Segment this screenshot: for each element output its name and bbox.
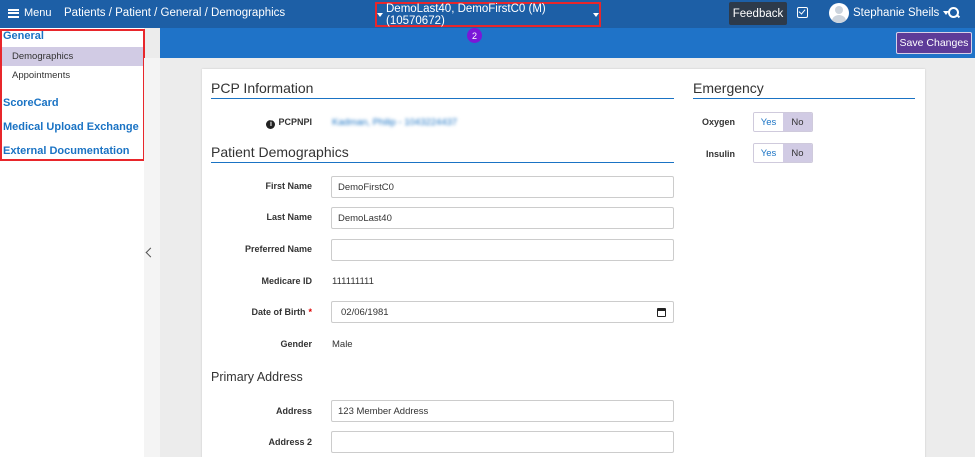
patient-selector-label: DemoLast40, DemoFirstC0 (M) (10570672) [386, 2, 546, 27]
sidebar-highlight-box [0, 29, 145, 161]
pcp-section-title: PCP Information [211, 80, 314, 96]
info-icon: i [266, 120, 276, 129]
avatar [829, 3, 849, 23]
save-changes-button[interactable]: Save Changes [896, 32, 972, 54]
patient-selector[interactable]: DemoLast40, DemoFirstC0 (M) (10570672) [375, 2, 601, 27]
oxygen-yes-button[interactable]: Yes [754, 113, 783, 131]
required-asterisk: * [308, 307, 312, 317]
oxygen-no-button[interactable]: No [783, 113, 812, 131]
caret-down-icon [377, 12, 383, 17]
oxygen-toggle[interactable]: Yes No [753, 112, 813, 132]
pcpnpi-value: Kadman, Philip - 1043224437 [332, 117, 458, 128]
preferred-name-label: Preferred Name [244, 244, 312, 254]
menu-button[interactable]: Menu [8, 7, 52, 19]
menu-label: Menu [24, 7, 52, 19]
section-divider [211, 162, 674, 163]
top-navbar: Menu Patients / Patient / General / Demo… [0, 0, 975, 28]
breadcrumb[interactable]: Patients / Patient / General / Demograph… [64, 7, 285, 19]
user-name: Stephanie Sheils [853, 7, 940, 19]
user-menu[interactable]: Stephanie Sheils [829, 3, 950, 23]
dob-value: 02/06/1981 [341, 306, 389, 318]
oxygen-label: Oxygen [701, 117, 735, 127]
emergency-section-title: Emergency [693, 80, 764, 96]
section-divider [693, 98, 915, 99]
preferred-name-input[interactable] [331, 239, 674, 261]
demographics-card: PCP Information i PCPNPI Kadman, Philip -… [202, 69, 925, 457]
hamburger-icon [8, 8, 19, 18]
sidebar-collapse-strip [144, 58, 160, 457]
checkbox-tasks-icon[interactable] [797, 7, 808, 18]
address2-label: Address 2 [268, 437, 312, 447]
section-divider [211, 98, 674, 99]
caret-down-icon [593, 12, 599, 17]
address-input[interactable]: 123 Member Address [331, 400, 674, 422]
insulin-toggle[interactable]: Yes No [753, 143, 813, 163]
address-label: Address [275, 406, 312, 416]
demographics-section-title: Patient Demographics [211, 144, 349, 160]
annotation-badge-2: 2 [467, 28, 482, 43]
feedback-button[interactable]: Feedback [729, 2, 787, 25]
action-bar [160, 28, 975, 58]
dob-input[interactable]: 02/06/1981 [331, 301, 674, 323]
insulin-label: Insulin [706, 149, 735, 159]
search-icon[interactable] [948, 7, 960, 19]
address2-input[interactable] [331, 431, 674, 453]
calendar-icon[interactable] [657, 308, 666, 317]
last-name-label: Last Name [266, 212, 312, 222]
last-name-input[interactable]: DemoLast40 [331, 207, 674, 229]
insulin-yes-button[interactable]: Yes [754, 144, 783, 162]
medicare-id-value: 111111111 [332, 276, 374, 287]
medicare-id-label: Medicare ID [261, 276, 312, 286]
dob-label: Date of Birth * [251, 307, 312, 317]
gender-value: Male [332, 339, 353, 350]
insulin-no-button[interactable]: No [783, 144, 812, 162]
pcpnpi-label: i PCPNPI [242, 117, 312, 129]
first-name-label: First Name [265, 181, 312, 191]
gender-label: Gender [280, 339, 312, 349]
address-section-title: Primary Address [211, 370, 303, 384]
first-name-input[interactable]: DemoFirstC0 [331, 176, 674, 198]
